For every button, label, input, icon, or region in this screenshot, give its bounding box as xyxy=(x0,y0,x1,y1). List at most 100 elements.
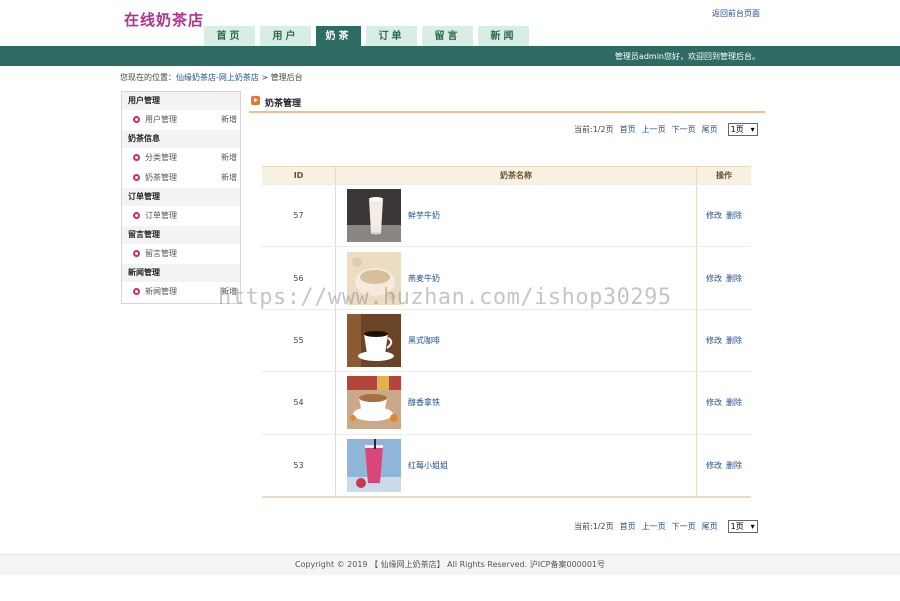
bullet-icon xyxy=(133,212,140,219)
pager-last[interactable]: 尾页 xyxy=(702,124,718,135)
sidebar-item-label[interactable]: 奶茶管理 xyxy=(145,173,177,182)
breadcrumb-prefix: 您现在的位置： xyxy=(120,73,176,82)
pager-bottom: 当前:1/2页 首页 上一页 下一页 尾页 1页 ▾ xyxy=(574,519,758,533)
sidebar-item-label[interactable]: 新闻管理 xyxy=(145,287,177,296)
header-id: ID xyxy=(293,171,304,180)
table-row: 57 鲜芋牛奶 修改 删除 xyxy=(262,184,751,247)
edit-link[interactable]: 修改 xyxy=(706,460,722,471)
delete-link[interactable]: 删除 xyxy=(726,335,742,346)
product-name-link[interactable]: 红莓小姐姐 xyxy=(408,460,448,471)
pager-first[interactable]: 首页 xyxy=(620,124,636,135)
page-select[interactable]: 1页 ▾ xyxy=(727,519,758,533)
row-id: 55 xyxy=(293,335,304,345)
product-thumbnail[interactable] xyxy=(347,189,401,243)
row-name-cell: 鲜芋牛奶 xyxy=(335,185,697,247)
sidebar-item-milktea-manage[interactable]: 奶茶管理 新增 xyxy=(122,168,240,188)
milktea-table: ID 奶茶名称 操作 57 鲜芋牛奶 修改 删除 56 燕麦牛奶 修改 删除 5… xyxy=(262,166,751,498)
product-thumbnail[interactable] xyxy=(347,438,401,492)
bullet-icon xyxy=(133,154,140,161)
nav-home[interactable]: 首页 xyxy=(204,26,255,46)
table-row: 54 醇香拿铁 修改 删除 xyxy=(262,371,751,434)
pager-info: 当前:1/2页 xyxy=(574,521,614,531)
pager-info: 当前:1/2页 xyxy=(574,124,614,134)
row-id: 57 xyxy=(293,211,304,221)
delete-link[interactable]: 删除 xyxy=(726,397,742,408)
sidebar-add-link[interactable]: 新增 xyxy=(221,168,237,188)
sidebar-item-message-manage[interactable]: 留言管理 xyxy=(122,244,240,264)
edit-link[interactable]: 修改 xyxy=(706,397,722,408)
footer: Copyright © 2019 【 仙缘网上奶茶店】 All Rights R… xyxy=(0,554,900,575)
nav-messages[interactable]: 留言 xyxy=(422,26,473,46)
table-header: ID 奶茶名称 操作 xyxy=(262,166,751,184)
row-actions: 修改 删除 xyxy=(697,435,751,496)
pager-next[interactable]: 下一页 xyxy=(672,521,696,532)
page-select-value: 1页 xyxy=(730,521,744,531)
page-select-value: 1页 xyxy=(730,124,744,134)
page-select[interactable]: 1页 ▾ xyxy=(727,122,758,136)
sidebar-item-order-manage[interactable]: 订单管理 xyxy=(122,206,240,226)
sidebar-item-label[interactable]: 订单管理 xyxy=(145,211,177,220)
chevron-down-icon: ▾ xyxy=(750,124,755,134)
product-name-link[interactable]: 燕麦牛奶 xyxy=(408,273,440,284)
nav-news[interactable]: 新闻 xyxy=(478,26,529,46)
watermark-text: https://www.huzhan.com/ishop30295 xyxy=(218,285,672,310)
pager-prev[interactable]: 上一页 xyxy=(642,521,666,532)
product-thumbnail[interactable] xyxy=(347,313,401,367)
bullet-icon xyxy=(133,174,140,181)
bullet-icon xyxy=(133,116,140,123)
edit-link[interactable]: 修改 xyxy=(706,273,722,284)
product-name-link[interactable]: 黑式咖啡 xyxy=(408,335,440,346)
sidebar-group-messages: 留言管理 xyxy=(122,226,240,244)
sidebar-group-users: 用户管理 xyxy=(122,92,240,110)
sidebar-item-label[interactable]: 分类管理 xyxy=(145,153,177,162)
sidebar-item-category-manage[interactable]: 分类管理 新增 xyxy=(122,148,240,168)
breadcrumb-site-link[interactable]: 仙缘奶茶店-网上奶茶店 xyxy=(176,73,259,82)
site-logo: 在线奶茶店 xyxy=(124,11,205,29)
sidebar-group-milktea: 奶茶信息 xyxy=(122,130,240,148)
sidebar-group-news: 新闻管理 xyxy=(122,264,240,282)
back-to-frontend-link[interactable]: 返回前台页面 xyxy=(712,8,760,19)
product-name-link[interactable]: 鲜芋牛奶 xyxy=(408,210,440,221)
sidebar-item-label[interactable]: 用户管理 xyxy=(145,115,177,124)
delete-link[interactable]: 删除 xyxy=(726,210,742,221)
table-row: 55 黑式咖啡 修改 删除 xyxy=(262,308,751,372)
product-thumbnail[interactable] xyxy=(347,376,401,430)
nav-orders[interactable]: 订单 xyxy=(366,26,417,46)
bullet-icon xyxy=(133,288,140,295)
pager-prev[interactable]: 上一页 xyxy=(642,124,666,135)
sidebar-group-orders: 订单管理 xyxy=(122,188,240,206)
bullet-icon xyxy=(133,250,140,257)
sidebar-add-link[interactable]: 新增 xyxy=(221,148,237,168)
pager-next[interactable]: 下一页 xyxy=(672,124,696,135)
row-id: 53 xyxy=(293,460,304,470)
table-row: 53 红莓小姐姐 修改 删除 xyxy=(262,433,751,496)
panel-title-bar: 奶茶管理 xyxy=(249,92,765,113)
pager-last[interactable]: 尾页 xyxy=(702,521,718,532)
chevron-down-icon: ▾ xyxy=(750,521,755,531)
sidebar-item-user-manage[interactable]: 用户管理 新增 xyxy=(122,110,240,130)
breadcrumb: 您现在的位置：仙缘奶茶店-网上奶茶店 > 管理后台 xyxy=(120,72,303,83)
pager-first[interactable]: 首页 xyxy=(620,521,636,532)
row-name-cell: 黑式咖啡 xyxy=(335,309,697,372)
delete-link[interactable]: 删除 xyxy=(726,273,742,284)
breadcrumb-current: 管理后台 xyxy=(270,73,303,82)
row-actions: 修改 删除 xyxy=(697,185,751,246)
delete-link[interactable]: 删除 xyxy=(726,460,742,471)
header-op: 操作 xyxy=(716,171,732,180)
panel-title: 奶茶管理 xyxy=(265,99,302,109)
header-name: 奶茶名称 xyxy=(335,167,697,184)
nav-users[interactable]: 用户 xyxy=(260,26,311,46)
nav-milktea[interactable]: 奶茶 xyxy=(316,26,361,46)
arrow-right-icon xyxy=(251,96,260,105)
pager-top: 当前:1/2页 首页 上一页 下一页 尾页 1页 ▾ xyxy=(574,122,758,136)
row-actions: 修改 删除 xyxy=(697,310,751,371)
row-id: 54 xyxy=(293,398,304,408)
sidebar-item-label[interactable]: 留言管理 xyxy=(145,249,177,258)
product-name-link[interactable]: 醇香拿铁 xyxy=(408,397,440,408)
sidebar: 用户管理 用户管理 新增 奶茶信息 分类管理 新增 奶茶管理 新增 订单管理 订… xyxy=(121,91,241,304)
edit-link[interactable]: 修改 xyxy=(706,210,722,221)
sidebar-add-link[interactable]: 新增 xyxy=(221,110,237,130)
edit-link[interactable]: 修改 xyxy=(706,335,722,346)
row-actions: 修改 删除 xyxy=(697,372,751,433)
row-name-cell: 醇香拿铁 xyxy=(335,372,697,434)
